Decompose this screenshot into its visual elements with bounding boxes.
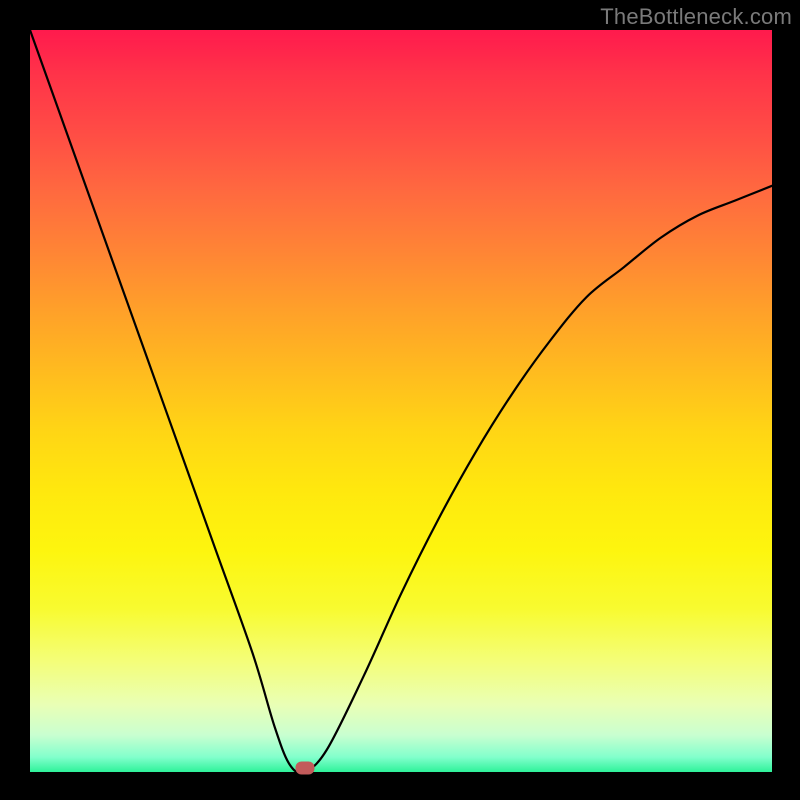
plot-area [30,30,772,772]
minimum-marker [295,762,314,775]
chart-frame: TheBottleneck.com [0,0,800,800]
curve-svg [30,30,772,772]
curve-path [30,30,772,772]
watermark-text: TheBottleneck.com [600,4,792,30]
